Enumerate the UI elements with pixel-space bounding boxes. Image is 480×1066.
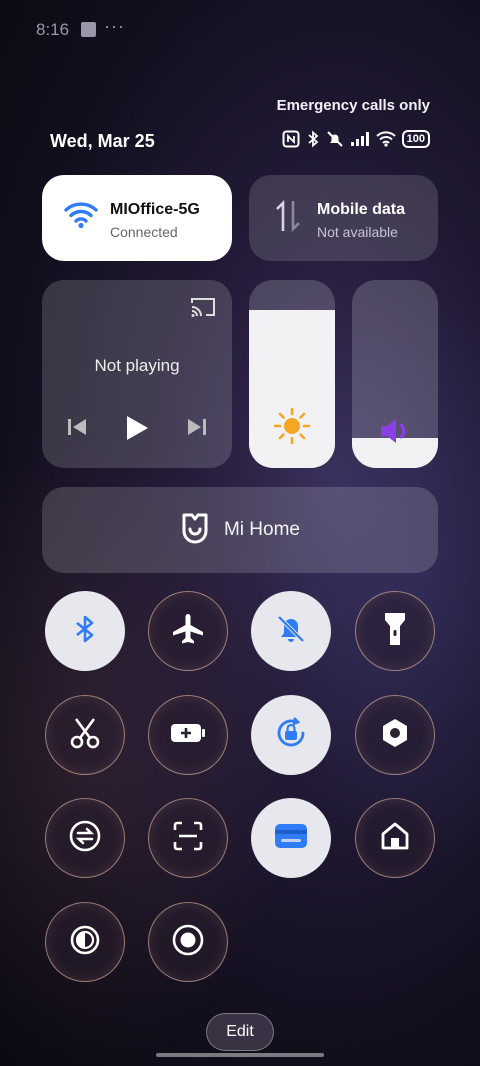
record-icon: [171, 923, 205, 962]
mi-home-tile[interactable]: Mi Home: [42, 487, 438, 573]
contrast-icon: [69, 924, 101, 961]
rotation-lock-toggle[interactable]: [251, 695, 331, 775]
wifi-status: Connected: [110, 224, 178, 240]
wifi-status-icon: [375, 131, 396, 147]
battery-plus-icon: [170, 722, 206, 749]
previous-track-icon[interactable]: [66, 416, 88, 443]
screen-record-toggle[interactable]: [148, 902, 228, 982]
bell-off-icon: [275, 613, 307, 650]
notification-square-icon: [81, 22, 96, 37]
nfc-icon: [282, 130, 300, 148]
home-indicator[interactable]: [156, 1053, 324, 1057]
mi-home-icon: [180, 512, 210, 549]
mute-status-icon: [326, 130, 344, 148]
mobile-data-icon: [275, 199, 301, 238]
volume-slider[interactable]: [352, 280, 438, 468]
rotation-lock-icon: [274, 716, 308, 755]
battery-level: 100: [401, 130, 430, 148]
hexagon-toggle[interactable]: [355, 695, 435, 775]
play-icon[interactable]: [124, 414, 150, 447]
next-track-icon[interactable]: [186, 416, 208, 443]
edit-button[interactable]: Edit: [206, 1013, 274, 1051]
brightness-slider[interactable]: [249, 280, 335, 468]
airplane-icon: [171, 612, 205, 651]
status-time: 8:16: [36, 20, 70, 39]
silent-mode-toggle[interactable]: [251, 591, 331, 671]
mobile-data-title: Mobile data: [317, 201, 406, 218]
scanner-toggle[interactable]: [148, 798, 228, 878]
cast-icon[interactable]: [190, 296, 216, 323]
sync-icon: [68, 819, 102, 858]
wifi-tile[interactable]: MIOffice-5G Connected: [42, 175, 232, 261]
bluetooth-icon: [72, 614, 98, 649]
scissors-icon: [68, 716, 102, 755]
card-icon: [273, 822, 309, 855]
home-icon: [380, 821, 410, 856]
flashlight-icon: [383, 611, 407, 652]
date-label[interactable]: Wed, Mar 25: [50, 131, 155, 152]
more-notifications-icon: ···: [104, 16, 125, 36]
flashlight-toggle[interactable]: [355, 591, 435, 671]
signal-icon: [350, 131, 370, 147]
mobile-data-status: Not available: [317, 224, 398, 240]
battery-saver-toggle[interactable]: [148, 695, 228, 775]
wifi-icon: [64, 201, 98, 234]
sun-icon: [249, 406, 335, 446]
hexagon-icon: [380, 717, 410, 754]
mobile-data-tile[interactable]: Mobile data Not available: [249, 175, 438, 261]
system-status-icons: 100: [282, 130, 430, 148]
screenshot-toggle[interactable]: [45, 695, 125, 775]
airplane-mode-toggle[interactable]: [148, 591, 228, 671]
speaker-icon: [352, 414, 438, 448]
media-status: Not playing: [94, 356, 180, 375]
emergency-text: Emergency calls only: [276, 97, 430, 114]
data-saver-toggle[interactable]: [45, 798, 125, 878]
bluetooth-status-icon: [306, 130, 320, 148]
dark-mode-toggle[interactable]: [45, 902, 125, 982]
scan-icon: [173, 821, 203, 856]
home-toggle[interactable]: [355, 798, 435, 878]
wallet-toggle[interactable]: [251, 798, 331, 878]
mi-home-label: Mi Home: [223, 519, 300, 540]
media-player-tile[interactable]: Not playing: [42, 280, 232, 468]
bluetooth-toggle[interactable]: [45, 591, 125, 671]
wifi-network-name: MIOffice-5G: [110, 201, 200, 218]
